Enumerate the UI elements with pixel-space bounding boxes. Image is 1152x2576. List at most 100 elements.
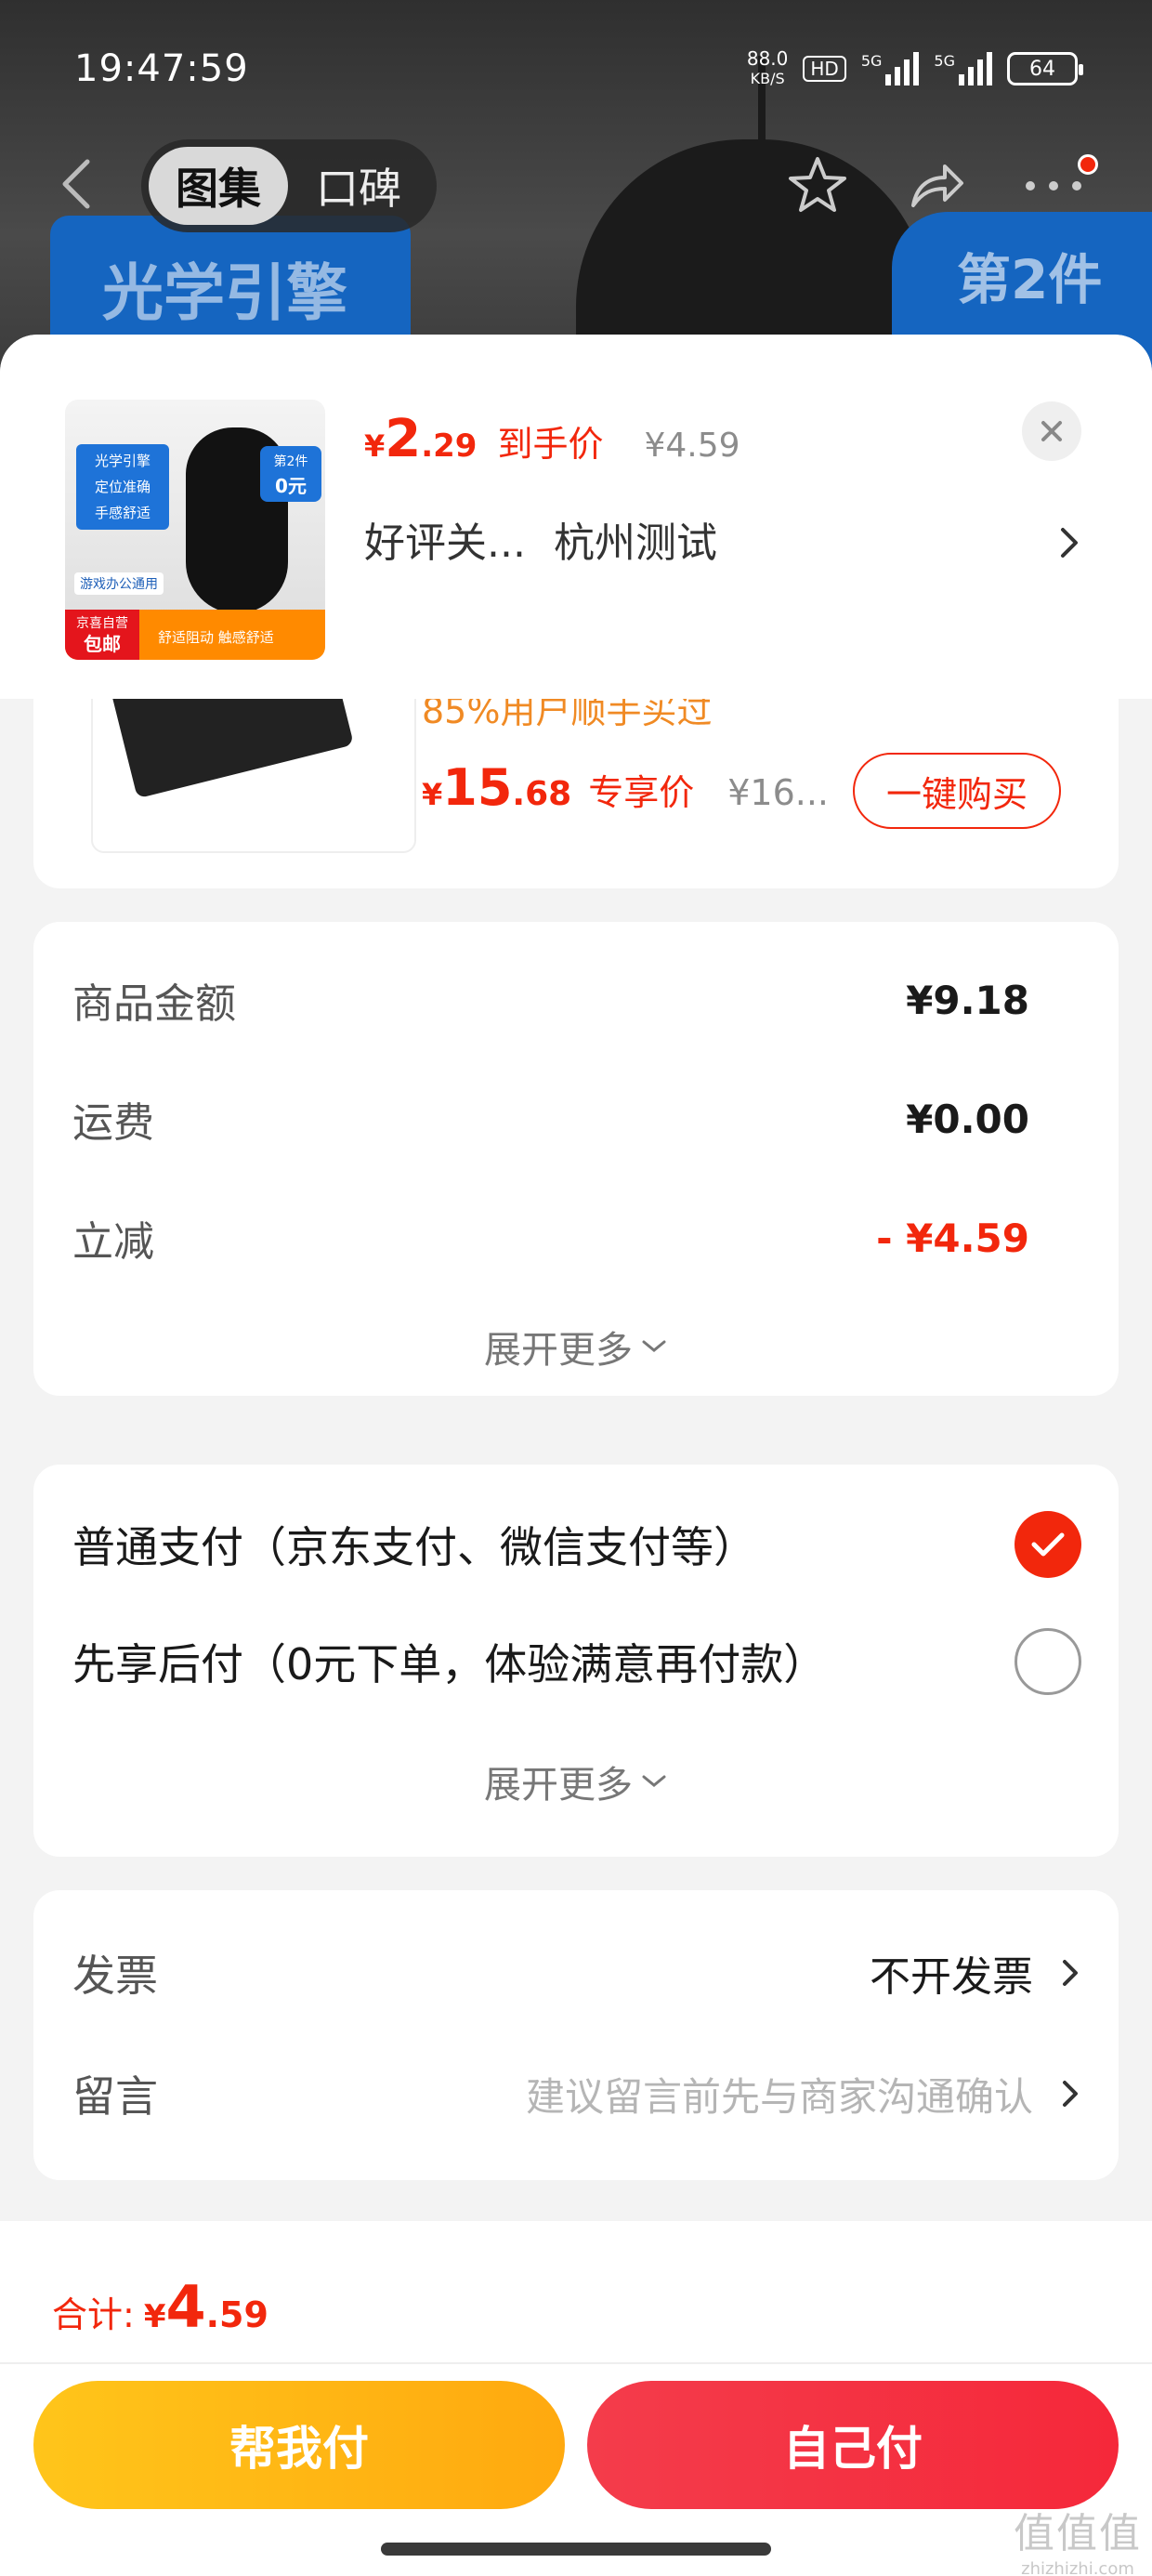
price-dec: .29 — [421, 427, 478, 465]
recommend-price-row: ¥15.68 专享价 ¥16... — [422, 758, 829, 817]
chevron-down-icon — [642, 1775, 666, 1787]
price-int: 2 — [385, 409, 422, 469]
chevron-right-icon — [1063, 1960, 1078, 1986]
expand-more-label: 展开更多 — [484, 1329, 633, 1372]
amount-label: 商品金额 — [72, 980, 236, 1028]
signal-icon-2: 5G — [934, 52, 992, 85]
discount-value: - ¥4.59 — [876, 1215, 1029, 1261]
amount-row: 运费 ¥0.00 — [72, 1089, 1029, 1149]
amount-label: 立减 — [72, 1218, 154, 1266]
watermark-logo: 值值值 — [1014, 2510, 1142, 2557]
total-currency: ¥ — [143, 2298, 166, 2335]
status-time: 19:47:59 — [74, 47, 249, 90]
pay-myself-button[interactable]: 自己付 — [587, 2381, 1119, 2509]
help-me-pay-button[interactable]: 帮我付 — [33, 2381, 565, 2509]
recommend-price: ¥15.68 — [422, 758, 571, 817]
net-speed-value: 88.0 — [746, 47, 789, 70]
expand-more-button[interactable]: 展开更多 — [33, 1755, 1119, 1808]
chevron-down-icon — [642, 1340, 666, 1352]
amount-row: 商品金额 ¥9.18 — [72, 970, 1029, 1030]
product-page-background: 光学引擎 第2件 19:47:59 88.0 KB/S HD 5G 5G 64 — [0, 0, 1152, 390]
final-price: ¥2.29 — [364, 409, 477, 469]
signal-label: 5G — [860, 52, 883, 70]
payment-option[interactable]: 普通支付（京东支付、微信支付等） — [72, 1511, 1081, 1578]
status-bar: 19:47:59 88.0 KB/S HD 5G 5G 64 — [74, 41, 1083, 97]
notification-dot — [1078, 154, 1098, 175]
hd-icon: HD — [803, 56, 846, 82]
final-price-tag: 到手价 — [497, 424, 604, 465]
message-input[interactable]: 建议留言前先与商家沟通确认 — [526, 2066, 1033, 2123]
net-speed: 88.0 KB/S — [747, 48, 789, 89]
one-click-buy-button[interactable]: 一键购买 — [853, 753, 1061, 829]
divider — [0, 2362, 1152, 2364]
close-button[interactable] — [1022, 401, 1081, 461]
expand-more-label: 展开更多 — [484, 1764, 633, 1807]
amount-label: 运费 — [72, 1099, 154, 1147]
thumb-jd-badge: 京喜自营 包邮 — [65, 610, 139, 660]
product-spec-selector[interactable]: 好评关... 杭州测试 — [364, 509, 717, 569]
header-price-row: ¥2.29 到手价 ¥4.59 — [364, 409, 740, 469]
thumb-feature: 光学引擎 — [94, 453, 151, 469]
tab-reviews[interactable]: 口碑 — [288, 155, 429, 217]
payment-option-label: 普通支付（京东支付、微信支付等） — [72, 1522, 756, 1572]
watermark: 值值值 zhizhizhi.com — [1013, 2500, 1143, 2576]
close-icon — [1041, 421, 1062, 441]
message-row[interactable]: 留言 建议留言前先与商家沟通确认 — [72, 2063, 1081, 2124]
star-icon[interactable] — [780, 149, 855, 223]
recommend-price-tag: 专享价 — [588, 772, 695, 813]
net-speed-unit: KB/S — [750, 70, 785, 87]
signal-icon: 5G — [861, 52, 920, 85]
battery-level: 64 — [1029, 57, 1055, 81]
price-currency: ¥ — [422, 777, 443, 812]
total-dec: .59 — [205, 2294, 268, 2335]
amount-card: 商品金额 ¥9.18 运费 ¥0.00 立减 - ¥4.59 展开更多 — [33, 922, 1119, 1396]
chevron-right-icon — [1063, 2081, 1078, 2107]
home-indicator[interactable] — [381, 2543, 771, 2556]
delivery-location: 杭州测试 — [553, 519, 717, 567]
back-icon[interactable] — [58, 156, 95, 212]
thumb-jd-top: 京喜自营 — [76, 616, 128, 631]
recommend-original-price: ¥16... — [727, 772, 829, 813]
thumb-promo-badge: 第2件 0元 — [260, 446, 321, 502]
message-right: 建议留言前先与商家沟通确认 — [526, 2066, 1081, 2123]
invoice-label: 发票 — [72, 1951, 158, 2001]
amount-value: ¥0.00 — [906, 1096, 1029, 1142]
invoice-value: 不开发票 — [870, 1953, 1033, 2001]
thumb-features: 光学引擎 定位准确 手感舒适 — [76, 444, 169, 530]
total-label: 合计: — [52, 2294, 135, 2335]
amount-row: 立减 - ¥4.59 — [72, 1208, 1029, 1268]
chevron-right-icon[interactable] — [1050, 517, 1087, 569]
thumb-badge-top: 第2件 — [273, 454, 308, 469]
product-thumbnail[interactable]: 光学引擎 定位准确 手感舒适 游戏办公通用 第2件 0元 京喜自营 包邮 舒适阻… — [65, 400, 325, 660]
amount-value: ¥9.18 — [906, 977, 1029, 1023]
thumb-slogan: 舒适阻动 触感舒适 — [158, 629, 274, 646]
expand-more-button[interactable]: 展开更多 — [33, 1320, 1119, 1373]
invoice-card: 发票 不开发票 留言 建议留言前先与商家沟通确认 — [33, 1890, 1119, 2180]
battery-icon: 64 — [1007, 52, 1083, 85]
share-icon[interactable] — [899, 149, 974, 223]
tab-gallery[interactable]: 图集 — [149, 147, 288, 225]
check-icon — [1031, 1532, 1065, 1557]
payment-option-label: 先享后付（0元下单，体验满意再付款） — [72, 1639, 827, 1689]
payment-radio-checked[interactable] — [1015, 1511, 1081, 1578]
payment-radio[interactable] — [1015, 1628, 1081, 1695]
message-label: 留言 — [72, 2071, 158, 2122]
total-int: 4 — [165, 2273, 206, 2341]
payment-card: 普通支付（京东支付、微信支付等） 先享后付（0元下单，体验满意再付款） 展开更多 — [33, 1465, 1119, 1857]
invoice-right: 不开发票 — [870, 1943, 1081, 2003]
thumb-use-label: 游戏办公通用 — [74, 572, 164, 595]
watermark-domain: zhizhizhi.com — [1021, 2559, 1134, 2576]
thumb-feature: 定位准确 — [94, 479, 151, 495]
gallery-tabs: 图集 口碑 — [141, 139, 437, 232]
thumb-jd-bottom: 包邮 — [84, 633, 121, 655]
checkout-bottom-bar: 合计: ¥4.59 帮我付 自己付 — [0, 2221, 1152, 2576]
original-price: ¥4.59 — [644, 427, 740, 465]
sheet-header: 光学引擎 定位准确 手感舒适 游戏办公通用 第2件 0元 京喜自营 包邮 舒适阻… — [0, 335, 1152, 699]
total-price: 合计: ¥4.59 — [52, 2273, 268, 2341]
price-currency: ¥ — [364, 428, 386, 464]
product-title: 好评关... — [364, 519, 526, 567]
thumb-badge-bottom: 0元 — [275, 475, 307, 497]
invoice-row[interactable]: 发票 不开发票 — [72, 1942, 1081, 2004]
thumb-feature: 手感舒适 — [94, 505, 151, 521]
payment-option[interactable]: 先享后付（0元下单，体验满意再付款） — [72, 1628, 1081, 1695]
